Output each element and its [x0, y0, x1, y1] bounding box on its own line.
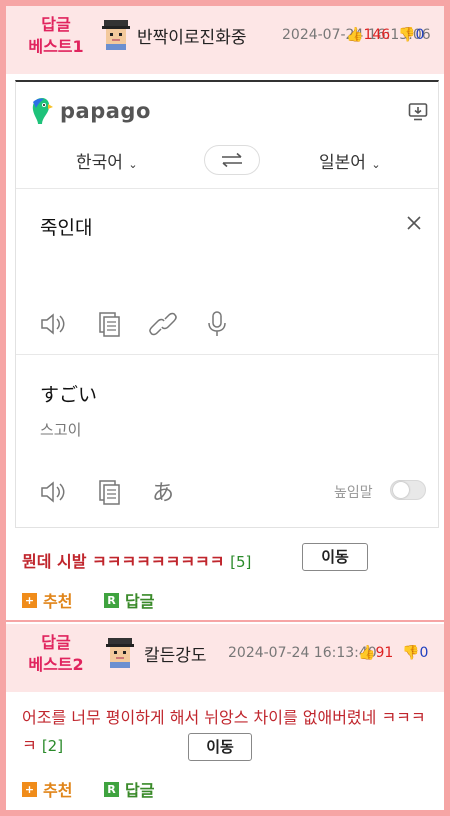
best-label-line2: 베스트1	[28, 37, 84, 56]
honorific-label: 높임말	[334, 485, 373, 501]
papago-header: papago 한국어 ⌄ 일본어 ⌄	[16, 82, 438, 189]
best-label-1: 답글 베스트1	[20, 14, 92, 58]
papago-parrot-icon	[32, 98, 53, 124]
papago-screenshot: papago 한국어 ⌄ 일본어 ⌄ 죽인대 すごい 스고이 あ 높임말	[15, 80, 439, 528]
copy-icon[interactable]	[94, 477, 124, 507]
reply-count[interactable]: [2]	[42, 737, 63, 755]
avatar[interactable]	[100, 18, 132, 50]
avatar[interactable]	[104, 636, 136, 668]
target-language-select[interactable]: 일본어 ⌄	[319, 148, 381, 173]
recommend-button[interactable]: + 추천	[22, 777, 72, 801]
swap-language-button[interactable]	[204, 145, 260, 175]
thumbs-up-icon: 👍	[346, 27, 364, 43]
speaker-icon[interactable]	[38, 477, 68, 507]
move-button[interactable]: 이동	[302, 543, 368, 571]
close-icon[interactable]	[406, 215, 422, 231]
papago-logo-text: papago	[60, 99, 151, 123]
plus-icon: +	[22, 781, 37, 797]
downvote-count[interactable]: 👎0	[398, 27, 424, 43]
timestamp: 2024-07-24 16:13:40	[228, 645, 377, 661]
thumbs-up-icon: 👍	[358, 645, 376, 661]
comment-text-1: 뭔데 시발 ㅋㅋㅋㅋㅋㅋㅋㅋㅋ [5]	[22, 552, 252, 571]
reply-button[interactable]: R 답글	[104, 777, 154, 801]
speaker-icon[interactable]	[38, 309, 68, 339]
best-reply-header-2: 답글 베스트2 칼든강도 2024-07-24 16:13:40 👍91 👎0	[6, 624, 444, 692]
chevron-down-icon: ⌄	[371, 158, 381, 171]
pronunciation-text: 스고이	[40, 421, 82, 439]
translated-text: すごい	[40, 384, 98, 406]
papago-logo: papago	[30, 96, 151, 126]
copy-icon[interactable]	[94, 309, 124, 339]
divider	[6, 620, 444, 622]
link-icon[interactable]	[148, 309, 178, 339]
chevron-down-icon: ⌄	[128, 158, 138, 171]
source-language-select[interactable]: 한국어 ⌄	[76, 148, 138, 173]
upvote-count[interactable]: 👍146	[346, 27, 390, 43]
nickname[interactable]: 반짝이로진화중	[137, 23, 246, 48]
best-label-line1: 답글	[41, 15, 71, 34]
reply-button[interactable]: R 답글	[104, 588, 154, 612]
best-label-line2: 베스트2	[28, 655, 84, 674]
thumbs-down-icon: 👎	[402, 645, 420, 661]
source-text-area[interactable]: 죽인대	[16, 189, 438, 355]
reply-count[interactable]: [5]	[230, 553, 251, 571]
best-label-2: 답글 베스트2	[20, 632, 92, 676]
thumbs-down-icon: 👎	[398, 27, 416, 43]
nickname[interactable]: 칼든강도	[144, 641, 207, 666]
toggle-knob	[393, 482, 409, 498]
recommend-button[interactable]: + 추천	[22, 588, 72, 612]
plus-icon: +	[22, 592, 37, 608]
mic-icon[interactable]	[202, 309, 232, 339]
honorific-toggle[interactable]	[390, 480, 426, 500]
swap-icon	[222, 152, 242, 168]
upvote-count[interactable]: 👍91	[358, 645, 393, 661]
downvote-count[interactable]: 👎0	[402, 645, 428, 661]
source-text[interactable]: 죽인대	[40, 213, 92, 240]
hiragana-icon[interactable]: あ	[148, 476, 178, 506]
reply-icon: R	[104, 781, 119, 797]
monitor-icon[interactable]	[408, 102, 428, 122]
move-button[interactable]: 이동	[188, 733, 252, 761]
reply-icon: R	[104, 592, 119, 608]
best-reply-header-1: 답글 베스트1 반짝이로진화중 2024-07-24 16:13:06 👍146…	[6, 6, 444, 74]
best-label-line1: 답글	[41, 633, 71, 652]
